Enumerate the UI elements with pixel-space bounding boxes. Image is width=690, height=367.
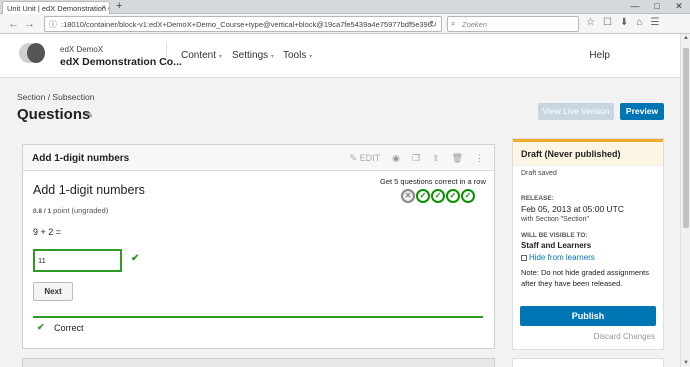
chevron-down-icon: ▾ xyxy=(218,54,222,60)
tools-menu-label: Tools xyxy=(283,50,307,61)
next-component-card xyxy=(22,358,495,367)
component-card: Add 1-digit numbers ✎ EDIT ◉ ❐ ⇪ 🗑 ⋮ Add… xyxy=(22,144,495,349)
reading-list-icon[interactable]: ☐ xyxy=(603,17,612,28)
reload-icon[interactable]: ↻ xyxy=(429,19,437,30)
visible-to-value: Staff and Learners xyxy=(521,241,592,250)
breadcrumb[interactable]: Section / Subsection xyxy=(17,92,95,102)
close-tab-icon[interactable]: × xyxy=(101,3,106,12)
site-info-icon[interactable]: ⓘ xyxy=(49,19,57,30)
header-divider xyxy=(166,43,167,69)
preview-button[interactable]: Preview xyxy=(620,103,664,120)
progress-mark-incorrect-icon: ✕ xyxy=(401,189,415,203)
bookmark-star-icon[interactable]: ☆ xyxy=(586,17,595,28)
new-tab-button[interactable]: + xyxy=(116,0,122,12)
content-menu-label: Content xyxy=(181,50,217,61)
correct-message: Correct xyxy=(54,323,84,333)
page-title: Questions xyxy=(17,106,91,123)
discard-changes-link[interactable]: Discard Changes xyxy=(594,332,655,341)
points-text: point (ungraded) xyxy=(51,206,109,215)
browser-tab[interactable]: Unit Unit | edX Demonstration C... × xyxy=(2,1,110,14)
content-menu[interactable]: Content ▾ xyxy=(181,50,222,61)
component-header: Add 1-digit numbers ✎ EDIT ◉ ❐ ⇪ 🗑 ⋮ xyxy=(23,145,494,171)
problem-points: 0.8 / 1 point (ungraded) xyxy=(33,206,108,215)
browser-tab-title: Unit Unit | edX Demonstration C... xyxy=(7,4,110,13)
component-title: Add 1-digit numbers xyxy=(32,153,130,164)
publish-button[interactable]: Publish xyxy=(520,306,656,326)
answer-input[interactable] xyxy=(33,249,122,272)
release-date: Feb 05, 2013 at 05:00 UTC xyxy=(521,204,625,214)
tools-menu[interactable]: Tools ▾ xyxy=(283,50,312,61)
browser-tab-bar: Unit Unit | edX Demonstration C... × + —… xyxy=(0,0,690,14)
window-controls: — □ ✕ xyxy=(624,0,690,14)
settings-menu[interactable]: Settings ▾ xyxy=(232,50,274,61)
search-input[interactable]: ⌕ Zoeken xyxy=(447,16,579,32)
visible-to-label: WILL BE VISIBLE TO: xyxy=(521,232,588,239)
progress-mark-correct-icon: ✓ xyxy=(416,189,430,203)
next-button[interactable]: Next xyxy=(33,282,73,301)
close-window-button[interactable]: ✕ xyxy=(668,0,690,14)
visibility-icon[interactable]: ◉ xyxy=(392,153,400,164)
help-link[interactable]: Help xyxy=(589,50,610,61)
page-scrollbar[interactable]: ▲ ▼ xyxy=(680,34,690,367)
scroll-up-icon[interactable]: ▲ xyxy=(683,35,689,41)
publish-sidebar: Draft (Never published) Draft saved RELE… xyxy=(512,138,664,350)
settings-menu-label: Settings xyxy=(232,50,269,61)
edx-logo[interactable] xyxy=(19,43,45,63)
browser-navbar: ← → ⓘ :18010/container/block-v1:edX+Demo… xyxy=(0,14,690,34)
url-text: :18010/container/block-v1:edX+DemoX+Demo… xyxy=(61,20,432,29)
duplicate-icon[interactable]: ❐ xyxy=(412,153,420,164)
browser-toolbar-icons: ☆ ☐ ⬇ ⌂ ☰ xyxy=(586,17,659,28)
note-line-1: Note: Do not hide graded assignments xyxy=(521,268,649,277)
downloads-icon[interactable]: ⬇ xyxy=(620,17,628,28)
answer-correct-icon: ✔ xyxy=(131,253,140,264)
delete-icon[interactable]: 🗑 xyxy=(452,153,463,164)
drag-handle-icon[interactable]: ⋮ xyxy=(475,153,484,164)
hide-checkbox[interactable] xyxy=(521,255,527,262)
hide-from-learners[interactable]: Hide from learners xyxy=(521,253,595,262)
publish-status-title: Draft (Never published) xyxy=(513,139,663,166)
move-icon[interactable]: ⇪ xyxy=(432,153,440,164)
course-title-link[interactable]: edX Demonstration Co... xyxy=(60,56,182,68)
sidebar-next-panel xyxy=(512,358,664,367)
course-org: edX DemoX xyxy=(60,45,104,54)
progress-marks: ✕ ✓ ✓ ✓ ✓ xyxy=(401,189,475,203)
progress-mark-correct-icon: ✓ xyxy=(446,189,460,203)
release-with-section: with Section "Section" xyxy=(521,216,590,223)
maximize-button[interactable]: □ xyxy=(646,0,668,14)
logo-circle-dark xyxy=(27,43,45,63)
release-label: RELEASE: xyxy=(521,195,554,202)
points-score: 0.8 / 1 xyxy=(33,208,52,215)
forward-button[interactable]: → xyxy=(24,17,35,31)
component-actions: ✎ EDIT ◉ ❐ ⇪ 🗑 ⋮ xyxy=(350,153,484,164)
chevron-down-icon: ▾ xyxy=(309,54,313,60)
problem-title: Add 1-digit numbers xyxy=(33,183,145,197)
studio-header: edX DemoX edX Demonstration Co... Conten… xyxy=(0,34,680,78)
chevron-down-icon: ▾ xyxy=(270,54,274,60)
search-placeholder: Zoeken xyxy=(462,20,488,29)
back-button[interactable]: ← xyxy=(8,17,19,31)
menu-icon[interactable]: ☰ xyxy=(650,17,659,28)
minimize-button[interactable]: — xyxy=(624,0,646,14)
url-bar[interactable]: ⓘ :18010/container/block-v1:edX+DemoX+De… xyxy=(44,16,442,32)
progress-mark-correct-icon: ✓ xyxy=(431,189,445,203)
correct-check-icon: ✔ xyxy=(37,322,45,332)
progress-label: Get 5 questions correct in a row xyxy=(380,177,486,186)
view-live-button[interactable]: View Live Version xyxy=(538,103,614,120)
note-line-2: after they have been released. xyxy=(521,279,623,288)
home-icon[interactable]: ⌂ xyxy=(636,17,642,28)
correct-divider xyxy=(33,316,483,318)
scroll-thumb[interactable] xyxy=(683,48,689,228)
hide-from-learners-label[interactable]: Hide from learners xyxy=(529,253,595,262)
progress-mark-correct-icon: ✓ xyxy=(461,189,475,203)
edit-title-icon[interactable]: ✎ xyxy=(85,110,93,121)
scroll-down-icon[interactable]: ▼ xyxy=(683,360,689,366)
question-text: 9 + 2 = xyxy=(33,227,62,237)
edit-button[interactable]: ✎ EDIT xyxy=(350,153,381,164)
draft-saved-text: Draft saved xyxy=(521,170,557,177)
search-icon: ⌕ xyxy=(451,19,456,28)
